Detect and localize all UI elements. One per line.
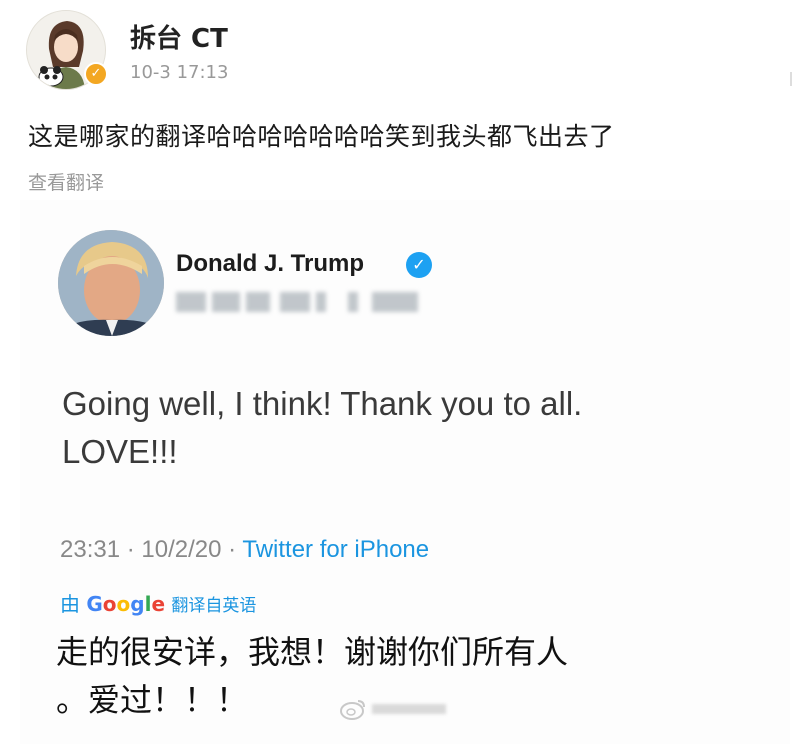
tweet-handle-redacted [176, 292, 426, 316]
translated-line: 。爱过！！！ [56, 681, 249, 719]
translated-by-prefix: 由 [60, 592, 80, 616]
tweet-avatar [58, 230, 164, 336]
tweet-timestamp: 23:31 · 10/2/20 · [60, 536, 243, 563]
author-name[interactable]: 拆台 CT [130, 18, 228, 55]
translated-by-suffix: 翻译自英语 [171, 596, 257, 616]
translated-line: 走的很安详，我想！谢谢你们所有人 [56, 633, 569, 671]
tweet-body-line: Going well, I think! Thank you to all. [62, 385, 583, 422]
tweet-body: Going well, I think! Thank you to all. L… [62, 380, 762, 476]
google-logo: Google [86, 592, 166, 616]
watermark-text [372, 702, 452, 716]
menu-edge-divider [790, 72, 792, 86]
post-timestamp: 10-3 17:13 [130, 62, 229, 83]
verified-icon: ✓ [84, 62, 108, 86]
tweet-body-line: LOVE!!! [62, 433, 178, 470]
weibo-logo-icon [340, 698, 366, 720]
blue-check-icon: ✓ [406, 252, 432, 278]
post-text: 这是哪家的翻译哈哈哈哈哈哈哈笑到我头都飞出去了 [28, 122, 615, 151]
tweet-author-name: Donald J. Trump [176, 250, 365, 277]
tweet-source-link[interactable]: Twitter for iPhone [242, 536, 429, 563]
tweet-meta: 23:31 · 10/2/20 · Twitter for iPhone [60, 536, 429, 564]
translated-by-google: 由 Google 翻译自英语 [60, 588, 256, 617]
view-translation-link[interactable]: 查看翻译 [28, 168, 104, 195]
